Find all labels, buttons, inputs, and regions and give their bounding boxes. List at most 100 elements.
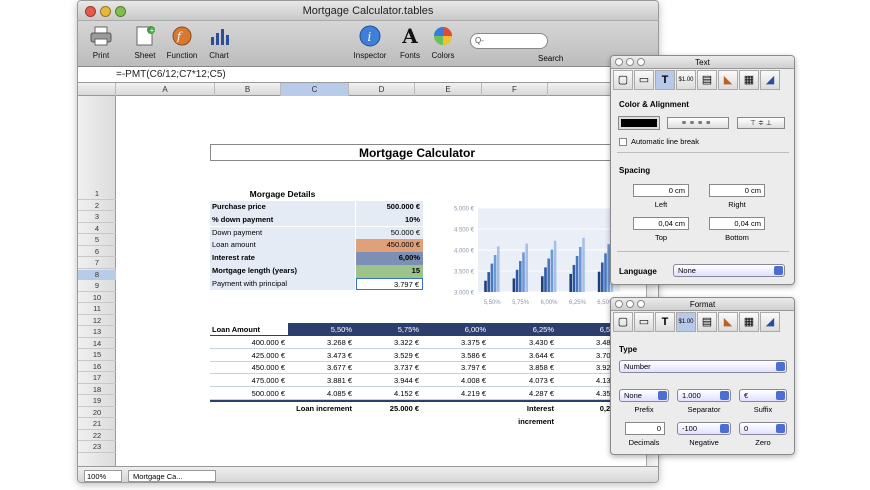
row-header[interactable]: 11 <box>78 304 116 315</box>
column-header[interactable]: D <box>349 83 415 96</box>
chart-tab-icon[interactable]: ◢ <box>760 70 780 90</box>
row-header[interactable]: 15 <box>78 350 116 361</box>
detail-label[interactable]: Down payment <box>210 226 355 240</box>
inspector-button[interactable]: i Inspector <box>348 23 392 60</box>
row-header[interactable]: 6 <box>78 247 116 258</box>
column-header[interactable]: F <box>482 83 548 96</box>
panel-close-button[interactable] <box>615 300 623 308</box>
search-input[interactable]: Q- <box>470 33 548 49</box>
loan-table-header-cell[interactable]: 6,25% <box>489 323 557 336</box>
sheet-canvas[interactable]: Mortgage Calculator Morgage Details 5.00… <box>116 96 646 466</box>
row-header[interactable]: 8 <box>78 269 116 281</box>
decimals-stepper[interactable]: 0 <box>625 422 665 435</box>
loan-table-cell[interactable]: 3.797 € <box>422 361 489 375</box>
format-panel-titlebar[interactable]: Format <box>611 298 794 311</box>
loan-table-cell[interactable]: 3.737 € <box>355 361 422 375</box>
panel-close-button[interactable] <box>615 58 623 66</box>
loan-table-header-cell[interactable]: 5,75% <box>355 323 422 336</box>
function-button[interactable]: f Function <box>164 23 200 60</box>
loan-table-cell[interactable]: 3.529 € <box>355 349 422 362</box>
left-spacing-field[interactable]: 0 cm <box>633 184 689 197</box>
bottom-spacing-field[interactable]: 0,04 cm <box>709 217 765 230</box>
formula-bar[interactable]: =-PMT(C6/12;C7*12;C5) <box>78 67 658 83</box>
panel-minimize-button[interactable] <box>626 58 634 66</box>
sheet-tab-icon[interactable]: ▭ <box>634 70 654 90</box>
language-select[interactable]: None <box>673 264 785 277</box>
loan-table-cell[interactable]: 3.586 € <box>422 349 489 362</box>
row-header[interactable]: 2 <box>78 201 116 212</box>
panel-minimize-button[interactable] <box>626 300 634 308</box>
row-header[interactable]: 22 <box>78 431 116 442</box>
cell-format-tab-icon[interactable]: $1.00 <box>676 312 696 332</box>
detail-value[interactable]: 15 <box>356 265 423 278</box>
loan-table-footer-cell[interactable]: Interest increment <box>489 399 557 426</box>
row-header[interactable]: 12 <box>78 316 116 327</box>
loan-table-cell[interactable]: 3.858 € <box>489 361 557 375</box>
row-header[interactable]: 4 <box>78 224 116 235</box>
loan-table-cell[interactable]: 4.008 € <box>422 374 489 388</box>
top-spacing-field[interactable]: 0,04 cm <box>633 217 689 230</box>
cell-format-tab-icon[interactable]: $1.00 <box>676 70 696 90</box>
chart-tab-icon[interactable]: ◢ <box>760 312 780 332</box>
detail-value[interactable]: 500.000 € <box>356 201 423 214</box>
row-header[interactable]: 9 <box>78 281 116 292</box>
horizontal-align-buttons[interactable]: ≡≡≡≡ <box>667 117 729 129</box>
row-header[interactable]: 19 <box>78 396 116 407</box>
loan-table-footer-cell[interactable] <box>422 399 489 413</box>
loan-table-cell[interactable]: 4.287 € <box>489 387 557 400</box>
document-tab-icon[interactable]: ▢ <box>613 70 633 90</box>
row-header[interactable]: 23 <box>78 442 116 453</box>
column-header[interactable]: A <box>116 83 215 96</box>
prefix-select[interactable]: None <box>619 389 669 402</box>
panel-zoom-button[interactable] <box>637 300 645 308</box>
loan-table-header-cell[interactable]: 5,50% <box>288 323 355 336</box>
sheet-tab[interactable]: Mortgage Ca... <box>128 470 216 482</box>
chart-button[interactable]: Chart <box>204 23 234 60</box>
details-heading[interactable]: Morgage Details <box>210 189 355 199</box>
graphic-tab-icon[interactable]: ◣ <box>718 70 738 90</box>
loan-table-cell[interactable]: 425.000 € <box>210 349 288 362</box>
row-header[interactable]: 10 <box>78 293 116 304</box>
loan-table[interactable]: Loan Amount5,50%5,75%6,00%6,25%6,50%400.… <box>210 323 624 426</box>
sheet-tab-icon[interactable]: ▭ <box>634 312 654 332</box>
row-header[interactable]: 13 <box>78 327 116 338</box>
metrics-tab-icon[interactable]: ▦ <box>739 312 759 332</box>
loan-table-footer-cell[interactable] <box>210 399 288 413</box>
detail-value[interactable]: 10% <box>356 213 423 227</box>
sheet-button[interactable]: + Sheet <box>130 23 160 60</box>
column-header[interactable]: B <box>215 83 281 96</box>
document-tab-icon[interactable]: ▢ <box>613 312 633 332</box>
row-header[interactable]: 3 <box>78 212 116 223</box>
colors-button[interactable]: Colors <box>428 23 458 60</box>
corner-cell[interactable] <box>78 83 116 96</box>
detail-label[interactable]: Interest rate <box>210 252 355 265</box>
loan-table-cell[interactable]: 400.000 € <box>210 336 288 349</box>
metrics-tab-icon[interactable]: ▦ <box>739 70 759 90</box>
detail-label[interactable]: Purchase price <box>210 201 355 214</box>
row-header[interactable]: 14 <box>78 339 116 350</box>
detail-value[interactable]: 50.000 € <box>356 226 423 240</box>
row-header[interactable]: 21 <box>78 419 116 430</box>
row-header[interactable]: 7 <box>78 258 116 269</box>
type-select[interactable]: Number <box>619 360 787 373</box>
detail-label[interactable]: Mortgage length (years) <box>210 265 355 278</box>
zero-select[interactable]: 0 <box>739 422 787 435</box>
loan-table-cell[interactable]: 3.881 € <box>288 374 355 388</box>
loan-table-cell[interactable]: 3.644 € <box>489 349 557 362</box>
loan-table-footer-cell[interactable]: 25.000 € <box>355 399 422 413</box>
loan-table-cell[interactable]: 4.073 € <box>489 374 557 388</box>
row-header[interactable]: 5 <box>78 235 116 246</box>
loan-table-header-cell[interactable]: Loan Amount <box>210 323 288 336</box>
loan-table-footer-cell[interactable]: Loan increment <box>288 399 355 413</box>
table-tab-icon[interactable]: ▤ <box>697 70 717 90</box>
sheet-title[interactable]: Mortgage Calculator <box>210 144 624 161</box>
detail-label[interactable]: Loan amount <box>210 239 355 253</box>
loan-table-cell[interactable]: 3.944 € <box>355 374 422 388</box>
loan-table-cell[interactable]: 4.152 € <box>355 387 422 400</box>
column-header[interactable]: C <box>281 83 349 96</box>
loan-table-cell[interactable]: 475.000 € <box>210 374 288 388</box>
loan-table-cell[interactable]: 450.000 € <box>210 361 288 375</box>
loan-table-cell[interactable]: 500.000 € <box>210 387 288 400</box>
loan-table-cell[interactable]: 3.268 € <box>288 336 355 349</box>
table-tab-icon[interactable]: ▤ <box>697 312 717 332</box>
